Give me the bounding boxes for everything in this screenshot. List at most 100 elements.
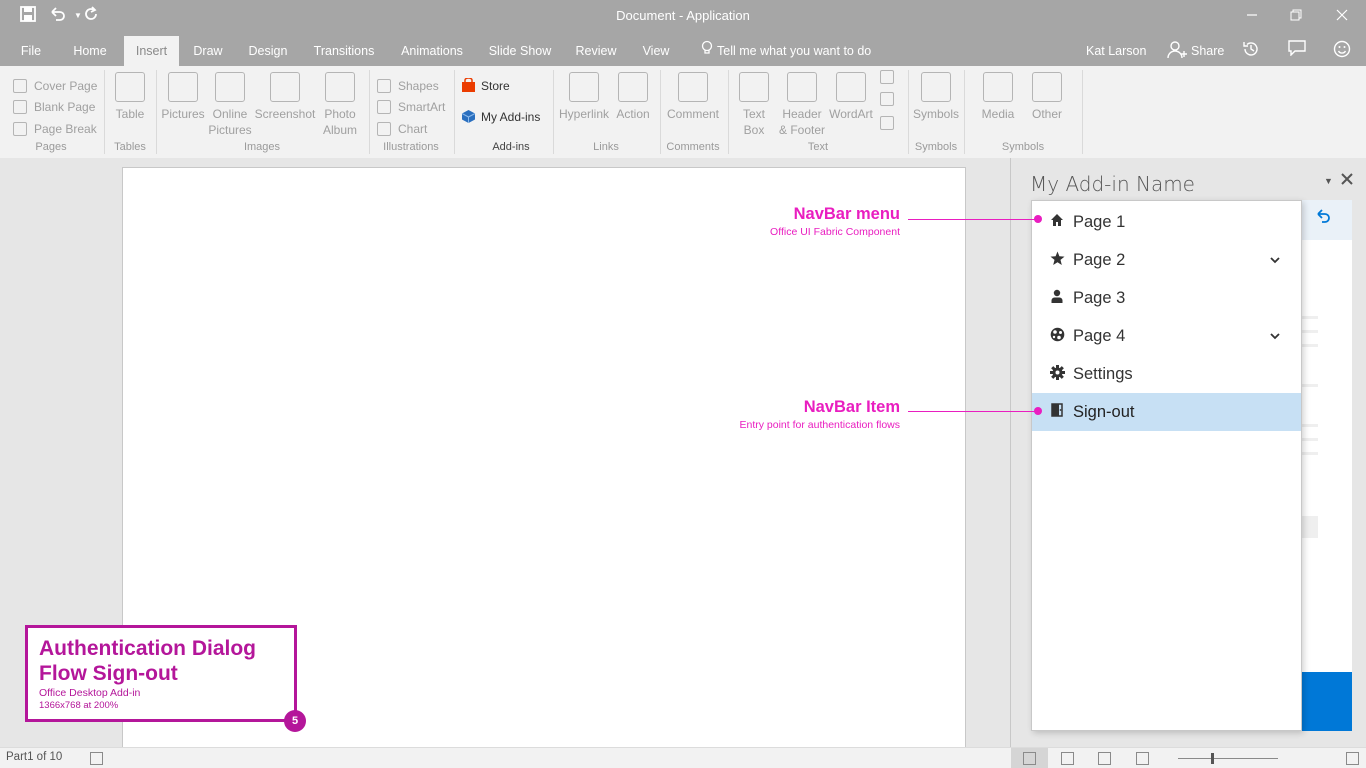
globe-icon <box>1048 327 1066 345</box>
ghost-line <box>1302 424 1318 427</box>
tab-draw[interactable]: Draw <box>188 36 228 66</box>
fit-to-window-icon[interactable] <box>1346 752 1359 765</box>
smartart-button[interactable]: SmartArt <box>377 99 445 117</box>
tab-transitions[interactable]: Transitions <box>309 36 379 66</box>
group-label-addins: Add-ins <box>492 141 530 153</box>
screenshot-button[interactable]: Screenshot <box>254 72 316 122</box>
home-icon <box>1048 213 1066 231</box>
person-icon <box>1048 289 1066 307</box>
tab-review[interactable]: Review <box>570 36 622 66</box>
nav-item-sign-out[interactable]: Sign-out <box>1032 393 1301 431</box>
ribbon-divider <box>104 70 105 154</box>
nav-item-label: Page 1 <box>1073 213 1126 231</box>
comment-button[interactable]: Comment <box>664 72 722 122</box>
share-person-icon[interactable] <box>1166 40 1188 62</box>
tab-insert[interactable]: Insert <box>124 36 179 66</box>
ribbon-divider <box>1082 70 1083 154</box>
group-label-links: Links <box>593 141 619 153</box>
taskpane-menu-icon[interactable]: ▼ <box>1324 176 1333 186</box>
group-label-images: Images <box>243 141 281 153</box>
door-icon <box>1048 403 1066 421</box>
group-label-pages: Pages <box>35 141 67 153</box>
chevron-down-icon[interactable] <box>1268 253 1284 269</box>
tab-animations[interactable]: Animations <box>396 36 468 66</box>
callout-navbar-menu-subtitle: Office UI Fabric Component <box>770 226 900 238</box>
my-addins-button[interactable]: My Add-ins <box>461 109 540 127</box>
wordart-button[interactable]: WordArt <box>826 72 876 122</box>
header-footer-button[interactable]: Header & Footer <box>776 72 828 138</box>
page-counter: Part1 of 10 <box>6 751 63 763</box>
back-icon[interactable] <box>1313 208 1333 230</box>
media-button[interactable]: Media <box>976 72 1020 122</box>
chart-button[interactable]: Chart <box>377 121 427 139</box>
taskpane-divider[interactable] <box>1010 158 1011 748</box>
nav-item-page-3[interactable]: Page 3 <box>1032 279 1301 317</box>
other-button[interactable]: Other <box>1025 72 1069 122</box>
nav-item-label: Page 2 <box>1073 251 1126 269</box>
photo-album-button[interactable]: Photo Album <box>317 72 363 138</box>
ghost-block <box>1302 516 1318 538</box>
callout-navbar-item-subtitle: Entry point for authentication flows <box>739 419 900 431</box>
tab-slide-show[interactable]: Slide Show <box>485 36 555 66</box>
online-pictures-button[interactable]: Online Pictures <box>207 72 253 138</box>
comment-icon[interactable] <box>1286 40 1308 62</box>
tab-view[interactable]: View <box>636 36 676 66</box>
zoom-slider[interactable] <box>1178 758 1278 759</box>
group-label-comments: Comments <box>666 141 720 153</box>
hyperlink-button[interactable]: Hyperlink <box>558 72 610 122</box>
user-name[interactable]: Kat Larson <box>1086 36 1146 66</box>
flow-subtitle: Office Desktop Add-in <box>39 687 141 699</box>
page-break-button[interactable]: Page Break <box>13 121 97 139</box>
nav-item-page-4[interactable]: Page 4 <box>1032 317 1301 355</box>
text-small-button[interactable] <box>880 92 894 106</box>
tab-file[interactable]: File <box>12 36 50 66</box>
callout-dot <box>1034 215 1042 223</box>
view-reading-icon[interactable] <box>1098 752 1111 765</box>
close-icon[interactable] <box>1330 5 1354 27</box>
smiley-icon[interactable] <box>1331 40 1353 62</box>
nav-item-label: Sign-out <box>1073 403 1135 421</box>
view-normal-icon[interactable] <box>1023 752 1036 765</box>
table-button[interactable]: Table <box>111 72 149 122</box>
star-icon <box>1048 251 1066 269</box>
chevron-down-icon[interactable] <box>1268 329 1284 345</box>
group-label-illustrations: Illustrations <box>383 141 439 153</box>
shapes-button[interactable]: Shapes <box>377 78 439 96</box>
group-label-symbols: Symbols <box>914 141 958 153</box>
minimize-icon[interactable] <box>1240 5 1264 27</box>
tab-home[interactable]: Home <box>66 36 114 66</box>
status-square-icon[interactable] <box>90 752 103 765</box>
history-icon[interactable] <box>1240 40 1262 62</box>
symbols-button[interactable]: Symbols <box>912 72 960 122</box>
addin-content <box>1302 200 1352 731</box>
lightbulb-icon <box>696 40 718 62</box>
nav-item-settings[interactable]: Settings <box>1032 355 1301 393</box>
view-sorter-icon[interactable] <box>1061 752 1074 765</box>
callout-line <box>908 219 1038 220</box>
blank-page-button[interactable]: Blank Page <box>13 99 95 117</box>
text-small-button[interactable] <box>880 116 894 130</box>
view-slideshow-icon[interactable] <box>1136 752 1149 765</box>
store-button[interactable]: Store <box>461 77 510 96</box>
pictures-button[interactable]: Pictures <box>160 72 206 122</box>
tab-design[interactable]: Design <box>243 36 293 66</box>
cover-page-button[interactable]: Cover Page <box>13 78 97 96</box>
restore-icon[interactable] <box>1284 5 1308 27</box>
zoom-slider-thumb[interactable] <box>1211 753 1214 764</box>
callout-line <box>908 411 1038 412</box>
text-box-button[interactable]: Text Box <box>734 72 774 138</box>
ghost-line <box>1302 316 1318 319</box>
taskpane-close-icon[interactable] <box>1341 172 1353 188</box>
nav-item-label: Settings <box>1073 365 1133 383</box>
tell-me-search[interactable]: Tell me what you want to do <box>717 36 871 66</box>
nav-item-page-2[interactable]: Page 2 <box>1032 241 1301 279</box>
taskpane-title: My Add-in Name <box>1030 172 1195 196</box>
nav-item-page-1[interactable]: Page 1 <box>1032 203 1301 241</box>
action-button[interactable]: Action <box>612 72 654 122</box>
text-small-button[interactable] <box>880 70 894 84</box>
addins-icon <box>461 109 476 124</box>
ghost-line <box>1302 438 1318 441</box>
ribbon-tabs: File Home Insert Draw Design Transitions… <box>0 32 1366 66</box>
primary-button[interactable] <box>1302 672 1352 731</box>
share-button[interactable]: Share <box>1191 36 1224 66</box>
